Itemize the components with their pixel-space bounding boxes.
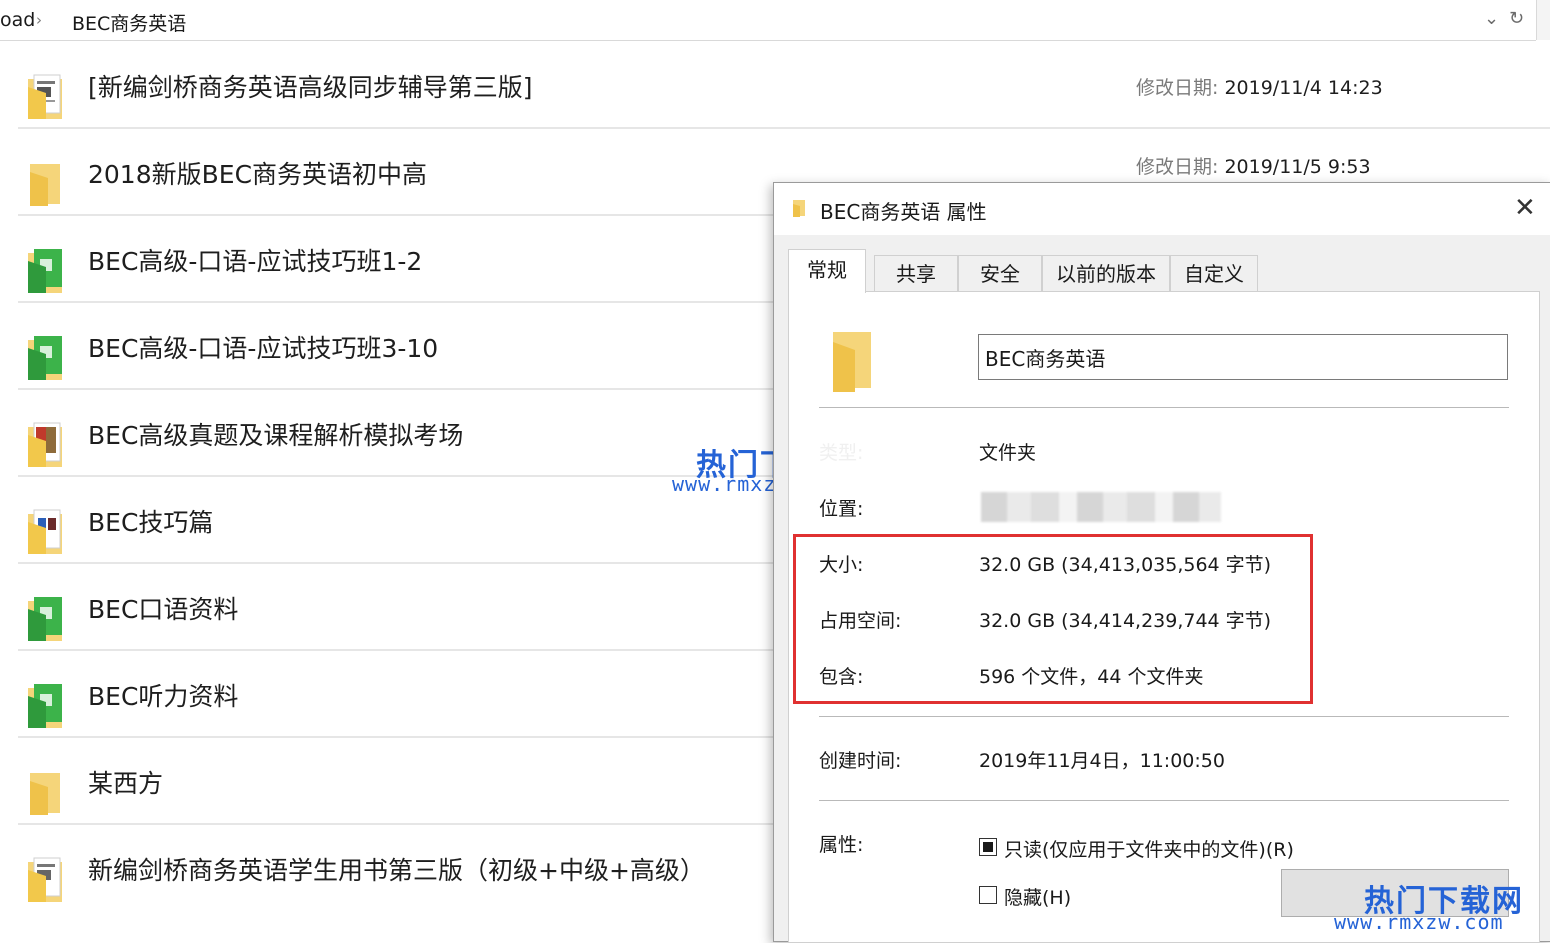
folder-green-icon bbox=[28, 597, 62, 641]
address-bar[interactable]: oad › BEC商务英语 ⌄ ↻ bbox=[0, 0, 1536, 41]
watermark-url: www.rmxzw.com bbox=[1334, 910, 1504, 934]
disk-size-value: 32.0 GB (34,414,239,744 字节) bbox=[979, 610, 1272, 632]
type-label: 类型: bbox=[819, 442, 864, 464]
dialog-title: BEC商务英语 属性 bbox=[820, 200, 987, 224]
attributes-label: 属性: bbox=[819, 834, 864, 856]
file-name: 某西方 bbox=[88, 769, 164, 798]
folder-green-icon bbox=[28, 684, 62, 728]
chevron-down-icon[interactable]: ⌄ bbox=[1484, 8, 1499, 29]
folder-icon bbox=[833, 332, 871, 392]
type-value: 文件夹 bbox=[979, 442, 1037, 464]
file-name: BEC高级-口语-应试技巧班3-10 bbox=[88, 334, 439, 363]
folder-icon bbox=[793, 200, 805, 217]
tab-sharing[interactable]: 共享 bbox=[874, 255, 958, 292]
file-name: 新编剑桥商务英语学生用书第三版（初级+中级+高级） bbox=[88, 856, 705, 885]
folder-green-icon bbox=[28, 249, 62, 293]
close-icon[interactable]: ✕ bbox=[1514, 193, 1536, 223]
contains-label: 包含: bbox=[819, 666, 864, 688]
created-label: 创建时间: bbox=[819, 750, 902, 772]
folder-icon bbox=[30, 773, 60, 815]
breadcrumb-current[interactable]: BEC商务英语 bbox=[72, 9, 186, 36]
folder-icon bbox=[30, 164, 60, 206]
size-value: 32.0 GB (34,413,035,564 字节) bbox=[979, 554, 1272, 576]
hidden-checkbox-label[interactable]: 隐藏(H) bbox=[1004, 883, 1071, 910]
modified-date: 修改日期: 2019/11/5 9:53 bbox=[1136, 156, 1371, 178]
divider bbox=[819, 716, 1509, 717]
location-value-redacted bbox=[981, 492, 1221, 522]
file-name: [新编剑桥商务英语高级同步辅导第三版] bbox=[88, 73, 533, 102]
breadcrumb-parent[interactable]: oad bbox=[0, 9, 35, 31]
location-label: 位置: bbox=[819, 498, 864, 520]
modified-label: 修改日期: bbox=[1136, 77, 1219, 99]
contains-value: 596 个文件，44 个文件夹 bbox=[979, 666, 1204, 688]
folder-green-icon bbox=[28, 336, 62, 380]
created-value: 2019年11月4日，11:00:50 bbox=[979, 750, 1225, 772]
general-tab-panel: 类型: 文件夹 位置: 大小: 32.0 GB (34,413,035,564 … bbox=[788, 291, 1540, 943]
tab-security[interactable]: 安全 bbox=[958, 255, 1042, 292]
window-edge bbox=[1536, 0, 1550, 40]
folder-name-input[interactable] bbox=[978, 334, 1508, 380]
divider bbox=[819, 800, 1509, 801]
disk-size-label: 占用空间: bbox=[819, 610, 902, 632]
size-label: 大小: bbox=[819, 554, 864, 576]
modified-date: 修改日期: 2019/11/4 14:23 bbox=[1136, 77, 1383, 99]
folder-docs-icon bbox=[28, 422, 62, 467]
dialog-titlebar[interactable]: BEC商务英语 属性 ✕ bbox=[774, 183, 1550, 235]
hidden-checkbox[interactable] bbox=[979, 886, 997, 904]
file-name: BEC听力资料 bbox=[88, 682, 239, 711]
refresh-icon[interactable]: ↻ bbox=[1509, 8, 1524, 29]
file-name: BEC高级真题及课程解析模拟考场 bbox=[88, 421, 464, 450]
tab-previous-versions[interactable]: 以前的版本 bbox=[1042, 255, 1170, 292]
properties-dialog: BEC商务英语 属性 ✕ 常规 共享 安全 以前的版本 自定义 类型: 文件夹 … bbox=[773, 182, 1550, 943]
file-name: 2018新版BEC商务英语初中高 bbox=[88, 160, 428, 189]
modified-label: 修改日期: bbox=[1136, 156, 1219, 178]
list-item[interactable]: [新编剑桥商务英语高级同步辅导第三版] 修改日期: 2019/11/4 14:2… bbox=[18, 41, 1550, 129]
file-name: BEC口语资料 bbox=[88, 595, 239, 624]
tab-general[interactable]: 常规 bbox=[788, 249, 866, 293]
readonly-checkbox[interactable] bbox=[979, 838, 997, 856]
folder-docs-icon bbox=[28, 74, 62, 119]
breadcrumb-separator-icon: › bbox=[36, 11, 42, 29]
tab-customize[interactable]: 自定义 bbox=[1170, 255, 1258, 292]
divider bbox=[819, 407, 1509, 408]
file-name: BEC高级-口语-应试技巧班1-2 bbox=[88, 247, 423, 276]
folder-docs-icon bbox=[28, 509, 62, 554]
indeterminate-mark-icon bbox=[983, 842, 993, 852]
readonly-checkbox-label[interactable]: 只读(仅应用于文件夹中的文件)(R) bbox=[1004, 835, 1294, 862]
folder-docs-icon bbox=[28, 857, 62, 902]
file-name: BEC技巧篇 bbox=[88, 508, 214, 537]
